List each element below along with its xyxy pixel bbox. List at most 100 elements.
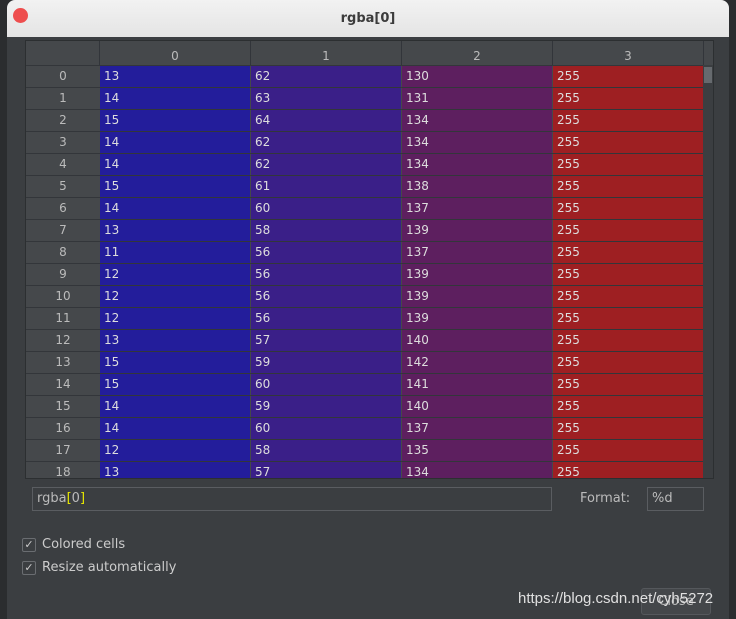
table-cell[interactable]: 139	[402, 264, 553, 285]
expression-input[interactable]: rgba[0]	[32, 487, 552, 511]
table-cell[interactable]: 139	[402, 220, 553, 241]
table-cell[interactable]: 255	[553, 264, 704, 285]
table-cell[interactable]: 255	[553, 418, 704, 439]
table-cell[interactable]: 255	[553, 462, 704, 478]
table-cell[interactable]: 58	[251, 440, 402, 461]
scrollbar-thumb[interactable]	[704, 67, 712, 83]
table-cell[interactable]: 142	[402, 352, 553, 373]
row-header[interactable]: 17	[26, 440, 100, 461]
table-cell[interactable]: 14	[100, 198, 251, 219]
table-cell[interactable]: 255	[553, 396, 704, 417]
table-cell[interactable]: 62	[251, 154, 402, 175]
table-cell[interactable]: 139	[402, 308, 553, 329]
table-cell[interactable]: 134	[402, 110, 553, 131]
table-cell[interactable]: 134	[402, 462, 553, 478]
table-cell[interactable]: 131	[402, 88, 553, 109]
table-cell[interactable]: 255	[553, 88, 704, 109]
table-cell[interactable]: 255	[553, 242, 704, 263]
table-cell[interactable]: 255	[553, 308, 704, 329]
row-header[interactable]: 1	[26, 88, 100, 109]
table-cell[interactable]: 15	[100, 176, 251, 197]
row-header[interactable]: 8	[26, 242, 100, 263]
resize-automatically-checkbox[interactable]: ✓ Resize automatically	[22, 560, 176, 575]
table-cell[interactable]: 255	[553, 66, 704, 87]
table-cell[interactable]: 255	[553, 440, 704, 461]
column-header-0[interactable]: 0	[100, 41, 251, 65]
table-cell[interactable]: 255	[553, 176, 704, 197]
table-cell[interactable]: 255	[553, 220, 704, 241]
array-table[interactable]: 0123 0 13 62 130 255 1 14 63 131 255 2 15 64 134 255 3 1…	[25, 40, 714, 479]
table-cell[interactable]: 255	[553, 330, 704, 351]
table-cell[interactable]: 63	[251, 88, 402, 109]
column-header-2[interactable]: 2	[402, 41, 553, 65]
table-cell[interactable]: 134	[402, 154, 553, 175]
table-cell[interactable]: 255	[553, 198, 704, 219]
column-header-3[interactable]: 3	[553, 41, 704, 65]
table-cell[interactable]: 13	[100, 462, 251, 478]
table-cell[interactable]: 62	[251, 66, 402, 87]
colored-cells-checkbox[interactable]: ✓ Colored cells	[22, 537, 125, 552]
table-cell[interactable]: 12	[100, 264, 251, 285]
table-cell[interactable]: 139	[402, 286, 553, 307]
table-cell[interactable]: 255	[553, 132, 704, 153]
table-cell[interactable]: 58	[251, 220, 402, 241]
table-cell[interactable]: 59	[251, 352, 402, 373]
table-cell[interactable]: 60	[251, 374, 402, 395]
table-cell[interactable]: 140	[402, 396, 553, 417]
table-cell[interactable]: 255	[553, 110, 704, 131]
row-header[interactable]: 4	[26, 154, 100, 175]
table-cell[interactable]: 57	[251, 462, 402, 478]
row-header[interactable]: 3	[26, 132, 100, 153]
table-cell[interactable]: 14	[100, 132, 251, 153]
vertical-scrollbar[interactable]	[703, 65, 713, 478]
table-cell[interactable]: 57	[251, 330, 402, 351]
table-cell[interactable]: 137	[402, 198, 553, 219]
table-cell[interactable]: 138	[402, 176, 553, 197]
table-cell[interactable]: 13	[100, 220, 251, 241]
row-header[interactable]: 7	[26, 220, 100, 241]
table-cell[interactable]: 56	[251, 308, 402, 329]
table-cell[interactable]: 64	[251, 110, 402, 131]
table-cell[interactable]: 130	[402, 66, 553, 87]
row-header[interactable]: 9	[26, 264, 100, 285]
table-cell[interactable]: 12	[100, 308, 251, 329]
column-header-1[interactable]: 1	[251, 41, 402, 65]
table-cell[interactable]: 134	[402, 132, 553, 153]
table-cell[interactable]: 14	[100, 88, 251, 109]
row-header[interactable]: 16	[26, 418, 100, 439]
table-cell[interactable]: 137	[402, 242, 553, 263]
table-cell[interactable]: 56	[251, 264, 402, 285]
table-cell[interactable]: 59	[251, 396, 402, 417]
checkmark-icon[interactable]: ✓	[22, 560, 36, 575]
row-header[interactable]: 13	[26, 352, 100, 373]
table-cell[interactable]: 11	[100, 242, 251, 263]
table-cell[interactable]: 255	[553, 352, 704, 373]
table-cell[interactable]: 14	[100, 418, 251, 439]
row-header[interactable]: 5	[26, 176, 100, 197]
row-header[interactable]: 10	[26, 286, 100, 307]
row-header[interactable]: 15	[26, 396, 100, 417]
table-cell[interactable]: 15	[100, 110, 251, 131]
row-header[interactable]: 6	[26, 198, 100, 219]
table-cell[interactable]: 255	[553, 374, 704, 395]
table-cell[interactable]: 141	[402, 374, 553, 395]
row-header[interactable]: 12	[26, 330, 100, 351]
table-cell[interactable]: 60	[251, 198, 402, 219]
table-cell[interactable]: 140	[402, 330, 553, 351]
table-cell[interactable]: 62	[251, 132, 402, 153]
table-cell[interactable]: 15	[100, 374, 251, 395]
table-cell[interactable]: 14	[100, 154, 251, 175]
checkmark-icon[interactable]: ✓	[22, 537, 36, 552]
close-window-button[interactable]	[13, 8, 28, 23]
row-header[interactable]: 14	[26, 374, 100, 395]
table-cell[interactable]: 12	[100, 440, 251, 461]
table-cell[interactable]: 56	[251, 286, 402, 307]
format-input[interactable]: %d	[647, 487, 704, 511]
table-cell[interactable]: 60	[251, 418, 402, 439]
row-header[interactable]: 0	[26, 66, 100, 87]
table-cell[interactable]: 15	[100, 352, 251, 373]
table-cell[interactable]: 255	[553, 286, 704, 307]
table-cell[interactable]: 255	[553, 154, 704, 175]
table-cell[interactable]: 137	[402, 418, 553, 439]
row-header[interactable]: 18	[26, 462, 100, 478]
